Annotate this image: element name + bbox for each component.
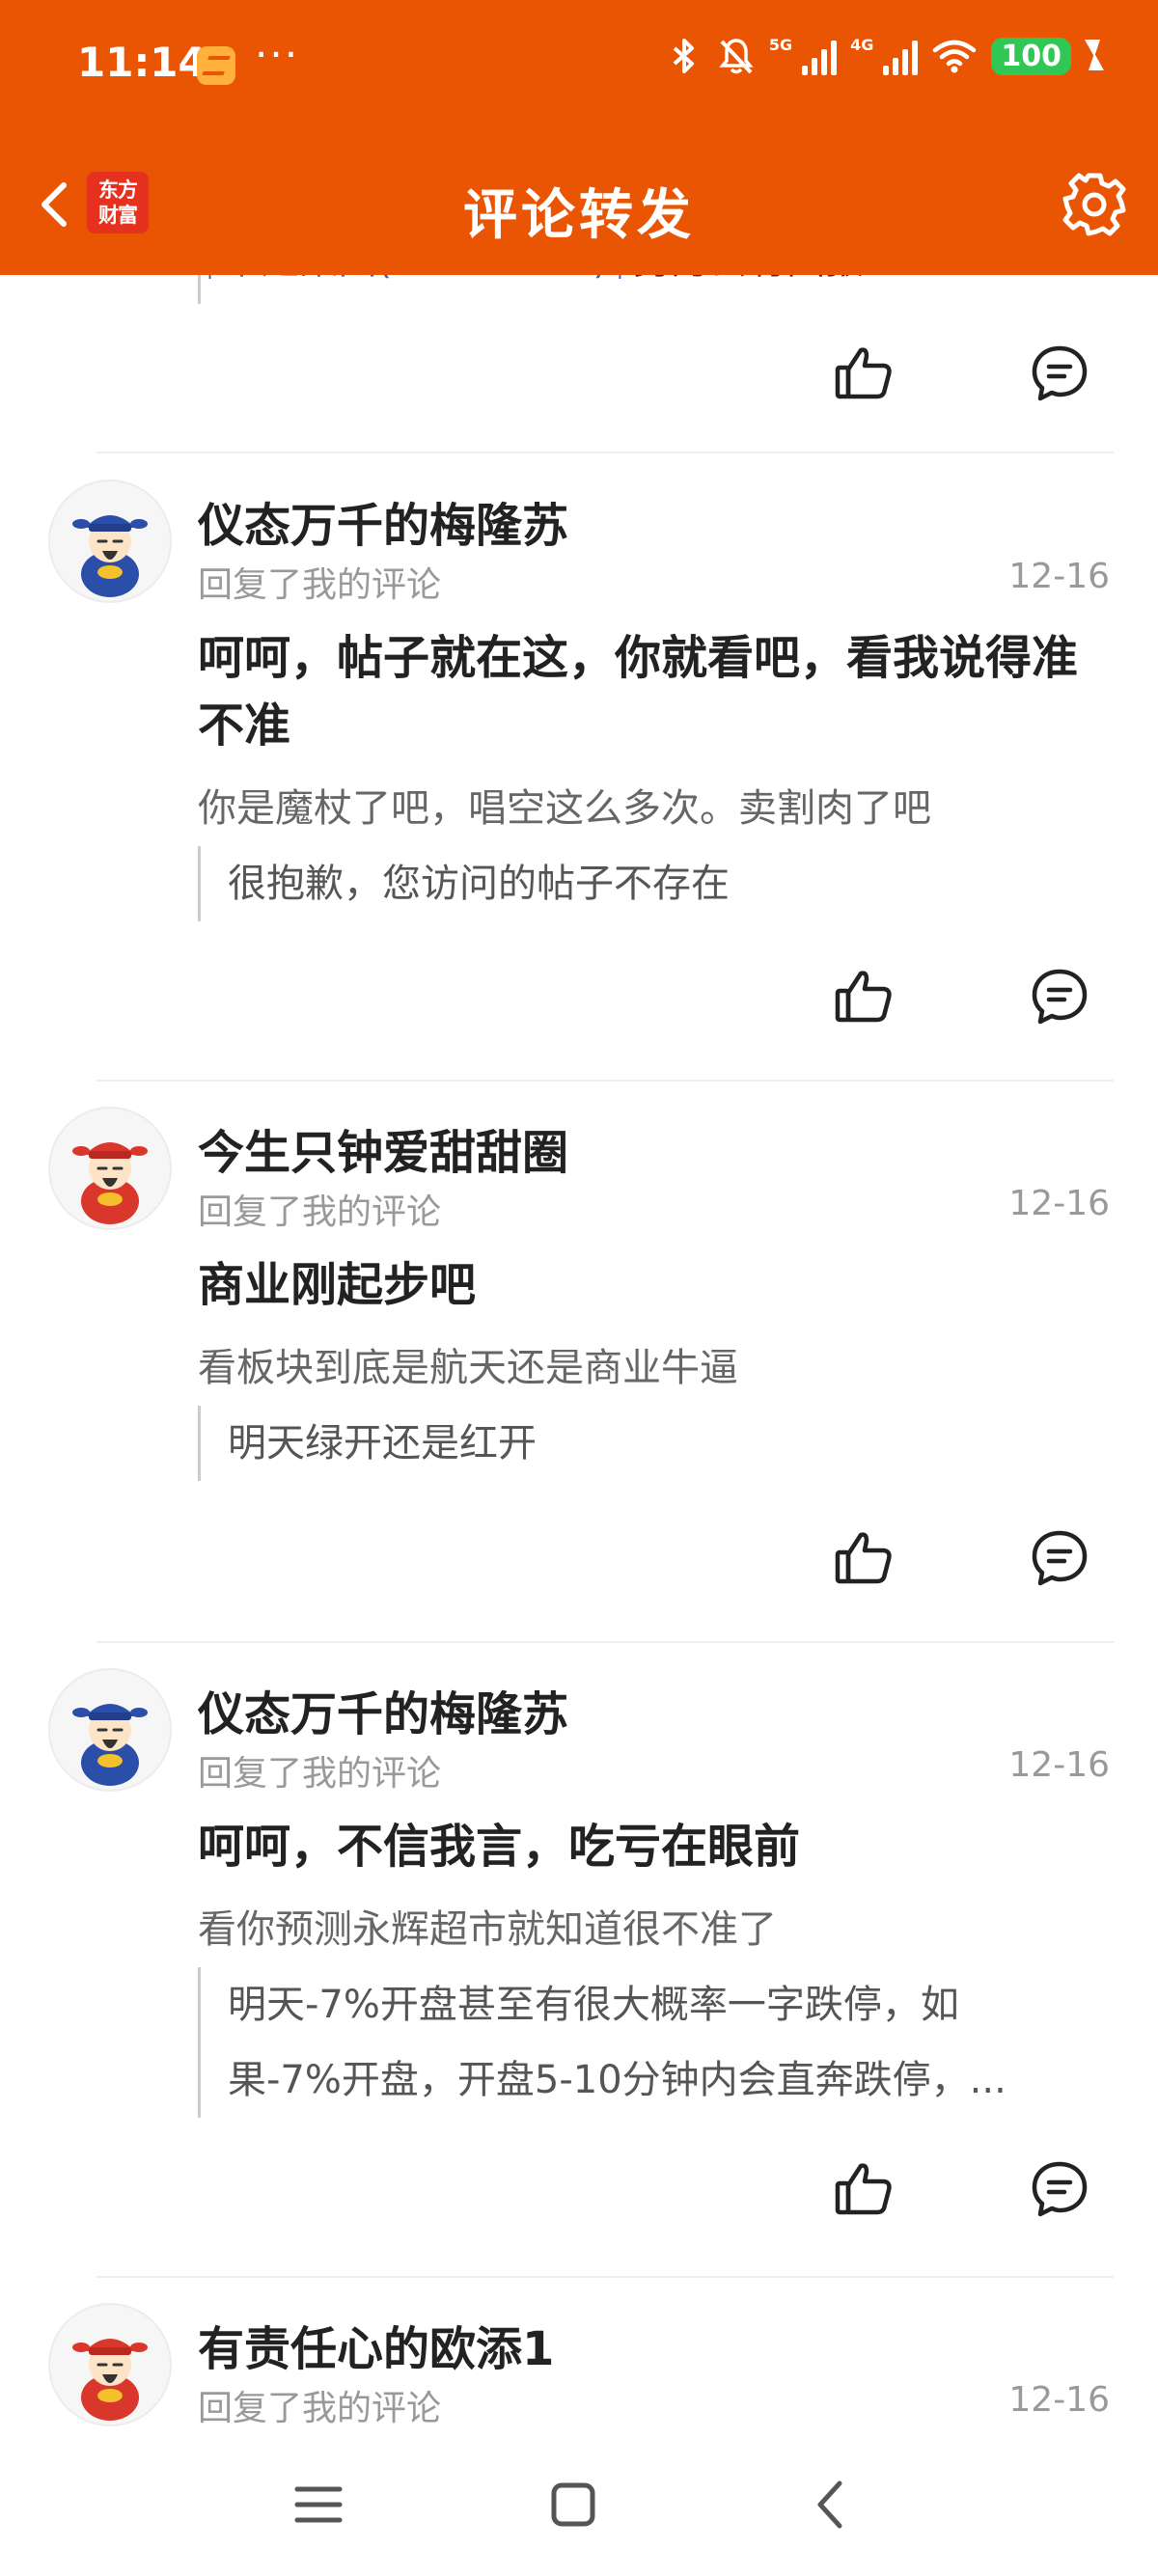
home-square-icon[interactable] [542,2474,604,2535]
quoted-post[interactable]: 明天绿开还是红开 [198,1406,1115,1481]
username[interactable]: 有责任心的欧添1 [198,2311,554,2378]
comment-feed[interactable]: $华建集团(SH600629)$努力会有回报！！！ 仪态万千的梅隆苏 回复了我的… [0,275,1158,2431]
status-icons: 5G 4G 100 [665,35,1104,75]
reply-hint: 回复了我的评论 [198,1192,442,1232]
quote-bar [198,275,201,304]
thumbs-up-icon[interactable] [834,966,896,1028]
username[interactable]: 仪态万千的梅隆苏 [198,1676,568,1743]
top-navbar: 东方 财富 评论转发 [0,135,1158,275]
quoted-post-line2: 果-7%开盘，开盘5-10分钟内会直奔跌停，... [228,2058,1006,2102]
reply-hint: 回复了我的评论 [198,565,442,605]
partial-quote-text: $华建集团(SH600629)$努力会有回报！！！ [198,275,979,285]
caishen-avatar-icon [72,2339,148,2421]
reply-hint: 回复了我的评论 [198,2389,442,2428]
avatar[interactable] [48,480,172,603]
page-title: 评论转发 [463,184,695,247]
signal-5g-icon [802,37,838,75]
divider [96,452,1114,453]
wifi-icon [933,40,977,73]
quoted-post-text: 很抱歉，您访问的帖子不存在 [228,862,730,906]
comment-icon[interactable] [1029,966,1090,1028]
more-notifications-icon: ··· [255,31,300,78]
net-5g-label: 5G [768,35,793,54]
app-notification-icon [197,46,235,85]
quoted-post-line1: 明天-7%开盘甚至有很大概率一字跌停，如 [228,1983,959,2027]
reply-text: 商业刚起步吧 [198,1258,477,1312]
status-time: 11:14 [77,39,207,86]
system-nav-bar [0,2431,1158,2576]
comment-date: 12-16 [1008,1184,1110,1223]
quoted-post[interactable]: 明天-7%开盘甚至有很大概率一字跌停，如 果-7%开盘，开盘5-10分钟内会直奔… [198,1967,1115,2118]
original-comment: 看板块到底是航天还是商业牛逼 [198,1346,738,1390]
partial-tail-text: 努力会有回报！！！ [632,275,979,283]
comment-icon[interactable] [1029,343,1090,404]
comment-date: 12-16 [1008,557,1110,596]
mute-icon [719,39,754,74]
avatar[interactable] [48,1668,172,1792]
battery-level: 100 [991,37,1071,75]
quoted-post-text: 明天绿开还是红开 [228,1421,537,1466]
avatar[interactable] [48,2303,172,2426]
thumbs-up-icon[interactable] [834,1527,896,1589]
stock-link[interactable]: $华建集团(SH600629)$ [198,275,632,283]
divider [96,1641,1114,1643]
quoted-post[interactable]: 很抱歉，您访问的帖子不存在 [198,846,1115,921]
comment-icon[interactable] [1029,1527,1090,1589]
bluetooth-icon [673,39,694,73]
back-chevron-icon[interactable] [801,2474,863,2535]
reply-text: 呵呵，不信我言，吃亏在眼前 [198,1820,801,1874]
gear-icon[interactable] [1058,168,1131,241]
avatar[interactable] [48,1107,172,1230]
original-comment: 你是魔杖了吧，唱空这么多次。卖割肉了吧 [198,786,931,831]
thumbs-up-icon[interactable] [834,343,896,404]
status-bar: 11:14 ··· 5G 4G 100 [0,0,1158,135]
comment-date: 12-16 [1008,2380,1110,2420]
original-comment: 看你预测永辉超市就知道很不准了 [198,1907,777,1952]
net-4g-label: 4G [850,35,874,54]
username[interactable]: 仪态万千的梅隆苏 [198,487,568,555]
menu-icon[interactable] [288,2474,349,2535]
username[interactable]: 今生只钟爱甜甜圈 [198,1114,568,1182]
reply-hint: 回复了我的评论 [198,1754,442,1794]
caishen-avatar-icon [72,1142,148,1224]
reply-text: 呵呵，帖子就在这，你就看吧，看我说得准不准 [198,631,1079,753]
divider [96,2276,1114,2278]
thumbs-up-icon[interactable] [834,2158,896,2220]
caishen-avatar-icon [72,1704,148,1786]
caishen-avatar-icon [72,515,148,597]
charging-icon [1085,40,1104,72]
divider [96,1080,1114,1082]
comment-date: 12-16 [1008,1745,1110,1785]
signal-4g-icon [883,37,919,75]
comment-icon[interactable] [1029,2158,1090,2220]
